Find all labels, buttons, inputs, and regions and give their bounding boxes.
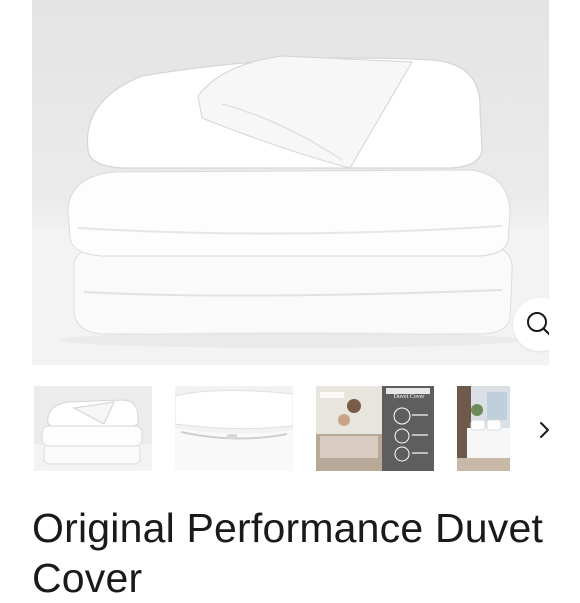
thumbnail-zipper-closeup[interactable]: [175, 386, 293, 471]
duvet-stack-illustration: [32, 55, 549, 365]
thumbnail-bedroom[interactable]: [457, 386, 510, 471]
main-product-image[interactable]: [32, 0, 549, 365]
magnifier-icon: [527, 312, 549, 336]
bedroom-thumbnail-image: [457, 386, 510, 471]
thumbnail-packaging[interactable]: Duvet Cover: [316, 386, 434, 471]
chevron-right-icon: [540, 422, 549, 438]
gallery-next-button[interactable]: [532, 418, 556, 442]
packaging-label: Duvet Cover: [393, 394, 425, 400]
zoom-button[interactable]: [513, 298, 549, 351]
product-title: Original Performance Duvet Cover: [32, 505, 544, 601]
zipper-closeup-thumbnail-image: [175, 386, 293, 471]
thumbnail-folded-duvet[interactable]: [34, 386, 152, 471]
folded-duvet-thumbnail-image: [34, 386, 152, 471]
